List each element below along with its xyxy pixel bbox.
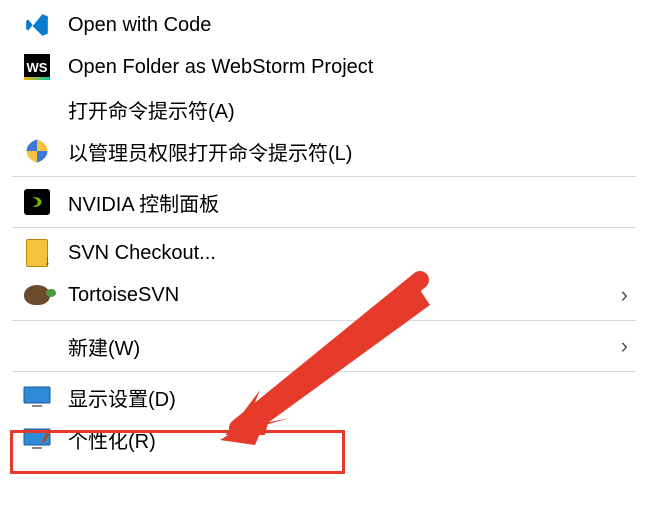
menu-item-open-cmd-admin[interactable]: 以管理员权限打开命令提示符(L): [0, 130, 648, 172]
menu-item-nvidia-control-panel[interactable]: NVIDIA 控制面板: [0, 181, 648, 223]
annotation-highlight: [10, 430, 345, 474]
menu-item-open-cmd[interactable]: 打开命令提示符(A): [0, 88, 648, 130]
monitor-icon: [20, 380, 54, 414]
menu-item-label: NVIDIA 控制面板: [68, 188, 634, 217]
menu-item-label: TortoiseSVN: [68, 284, 621, 307]
webstorm-icon: WS: [20, 50, 54, 84]
menu-item-label: Open Folder as WebStorm Project: [68, 56, 634, 79]
tortoisesvn-icon: [20, 278, 54, 312]
menu-item-label: Open with Code: [68, 14, 634, 37]
menu-item-tortoisesvn[interactable]: TortoiseSVN ›: [0, 274, 648, 316]
shield-icon: [20, 134, 54, 168]
menu-item-new[interactable]: 新建(W) ›: [0, 325, 648, 367]
menu-separator: [12, 227, 636, 228]
menu-item-open-with-code[interactable]: Open with Code: [0, 4, 648, 46]
chevron-right-icon: ›: [621, 282, 628, 308]
chevron-right-icon: ›: [621, 333, 628, 359]
menu-item-label: 新建(W): [68, 332, 621, 361]
menu-item-label: 打开命令提示符(A): [68, 95, 634, 124]
menu-item-svn-checkout[interactable]: SVN Checkout...: [0, 232, 648, 274]
menu-separator: [12, 320, 636, 321]
nvidia-icon: [20, 185, 54, 219]
menu-separator: [12, 371, 636, 372]
blank-icon: [20, 92, 54, 126]
menu-item-label: 显示设置(D): [68, 383, 634, 412]
menu-item-label: SVN Checkout...: [68, 242, 634, 265]
menu-item-display-settings[interactable]: 显示设置(D): [0, 376, 648, 418]
menu-item-label: 以管理员权限打开命令提示符(L): [68, 137, 634, 166]
blank-icon: [20, 329, 54, 363]
menu-separator: [12, 176, 636, 177]
vscode-icon: [20, 8, 54, 42]
menu-item-open-folder-webstorm[interactable]: WS Open Folder as WebStorm Project: [0, 46, 648, 88]
svn-checkout-icon: [20, 236, 54, 270]
context-menu: Open with Code WS Open Folder as WebStor…: [0, 0, 648, 464]
